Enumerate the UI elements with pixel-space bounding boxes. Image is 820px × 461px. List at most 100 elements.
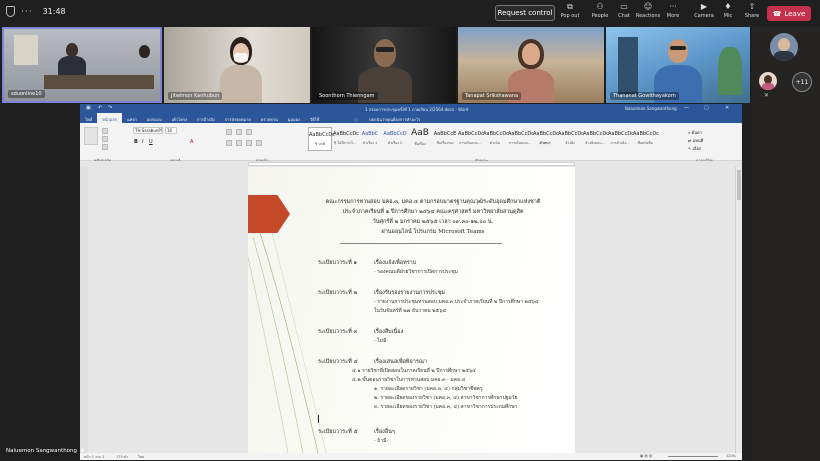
participant-name: Jitwimon Kanhubun — [168, 92, 223, 100]
camera-button[interactable]: ▶ Camera — [692, 3, 716, 25]
select-button[interactable]: ↖ เลือก — [688, 145, 701, 152]
style-subtle-reference[interactable]: AaBbCcDc การอ้างอิง... — [608, 127, 634, 151]
save-icon[interactable]: ▣ — [86, 105, 91, 111]
style-preview: AaBbCcDc — [458, 131, 484, 137]
agenda-label: ระเบียบวาระที่ ๕ — [318, 429, 358, 435]
dots-icon[interactable]: ··· — [21, 7, 33, 17]
bold-icon[interactable]: B — [134, 139, 138, 145]
paste-icon[interactable] — [84, 127, 98, 145]
style-preview: AaBbC — [361, 131, 379, 137]
pop-out-button[interactable]: ⧉ Pop out — [558, 3, 582, 25]
style-name: ชื่อหนังสือ — [637, 141, 653, 145]
bullets-icon[interactable] — [226, 129, 232, 135]
align-center-icon[interactable] — [236, 140, 242, 146]
tab-layout[interactable]: เค้าโครง — [167, 113, 192, 123]
tab-references[interactable]: การอ้างอิง — [192, 113, 220, 123]
style-heading-1[interactable]: AaBbC หัวเรื่อง 1 — [358, 127, 382, 151]
font-name-select[interactable]: TH SarabunPSK — [133, 127, 163, 134]
language[interactable]: ไทย — [138, 454, 144, 460]
minimize-icon[interactable]: — — [684, 105, 689, 111]
avatar[interactable] — [770, 33, 798, 61]
style-subtitle[interactable]: AaBbCcE ชื่อเรื่องรอง — [433, 127, 457, 151]
replace-button[interactable]: ⇄ แทนที่ — [688, 137, 703, 144]
cut-icon[interactable] — [102, 128, 108, 134]
participant-tile[interactable]: Tanapat Srikshawana — [458, 27, 604, 103]
participant-name: Soonthorn Thienngam — [316, 92, 378, 100]
zoom-slider[interactable] — [668, 456, 718, 457]
doc-header-line: วันศุกร์ที่ ๒ มกราคม ๒๕๖๕ เวลา ๐๙.๓๐-๑๒.… — [372, 219, 494, 225]
tab-home[interactable]: หน้าแรก — [97, 113, 123, 123]
vertical-scrollbar[interactable] — [735, 167, 742, 453]
style-title[interactable]: AaB ชื่อเรื่อง — [408, 127, 432, 151]
participant-tile[interactable]: Jitwimon Kanhubun — [164, 27, 310, 103]
more-participants-badge[interactable]: +11 — [792, 72, 812, 92]
participant-name: Thananat Gowithayakorn — [610, 92, 679, 100]
participant-tile[interactable]: Thananat Gowithayakorn — [606, 27, 750, 103]
participant-tile[interactable]: sduonline10 — [2, 27, 162, 103]
more-label: More — [666, 13, 680, 19]
align-right-icon[interactable] — [246, 140, 252, 146]
copy-icon[interactable] — [102, 136, 108, 142]
font-color-icon[interactable]: A — [190, 139, 193, 145]
align-left-icon[interactable] — [226, 140, 232, 146]
reactions-button[interactable]: ☺ Reactions — [636, 3, 660, 25]
tab-insert[interactable]: แทรก — [122, 113, 142, 123]
underline-icon[interactable]: U — [149, 139, 153, 145]
italic-icon[interactable]: I — [142, 139, 143, 145]
undo-icon[interactable]: ↶ — [98, 105, 102, 111]
style-intense-quote[interactable]: AaBbCcDc อ้างอิงแบบ... — [583, 127, 609, 151]
person-face — [374, 39, 396, 67]
style-normal[interactable]: AaBbCcDc ¶ ปกติ — [308, 127, 335, 151]
request-control-button[interactable]: Request control — [495, 5, 555, 21]
lightbulb-icon: ○ — [354, 117, 360, 122]
chat-button[interactable]: ▭ Chat — [612, 3, 636, 25]
style-preview: AaBbCcDc — [333, 131, 359, 137]
style-heading-2[interactable]: AaBbCcD หัวเรื่อง 2 — [383, 127, 407, 151]
person-face — [668, 39, 688, 63]
person-head — [66, 43, 78, 57]
redo-icon[interactable]: ↷ — [108, 105, 112, 111]
style-name: ชื่อเรื่อง — [414, 142, 426, 146]
justify-icon[interactable] — [256, 140, 262, 146]
style-preview: AaBbCcD — [383, 131, 407, 137]
style-quote[interactable]: AaBbCcDc อ้างอิง — [558, 127, 584, 151]
style-intense-emphasis[interactable]: AaBbCcDc การเน้นแบบ... — [508, 127, 534, 151]
tab-mailings[interactable]: การส่งจดหมาย — [220, 113, 256, 123]
participant-tile[interactable]: Soonthorn Thienngam — [312, 27, 456, 103]
style-book-title[interactable]: AaBbCcDc ชื่อหนังสือ — [633, 127, 659, 151]
close-icon[interactable]: ✕ — [725, 105, 729, 111]
scrollbar-thumb[interactable] — [737, 170, 741, 200]
multilevel-icon[interactable] — [246, 129, 252, 135]
maximize-icon[interactable]: ▢ — [704, 105, 709, 111]
avatar[interactable] — [759, 72, 777, 90]
document-page[interactable]: คณะกรรมการทวนสอบ มคอ.๓, มคอ.๔ ตามกรอบมาต… — [248, 167, 575, 453]
style-no-spacing[interactable]: AaBbCcDc ¶ ไม่มีการเว้... — [333, 127, 359, 151]
more-button[interactable]: ··· More — [661, 3, 685, 25]
tell-me-box[interactable]: ○ บอกฉันว่าคุณต้องการทำอะไร — [344, 113, 430, 123]
view-modes[interactable]: ▣ ▤ ▥ — [640, 454, 652, 458]
style-emphasis[interactable]: AaBbCcDc ตัวเน้น — [483, 127, 509, 151]
face-mask — [234, 53, 248, 62]
find-button[interactable]: ⌕ ค้นหา — [688, 129, 702, 136]
style-subtle-emphasis[interactable]: AaBbCcDc การเน้นแบบ... — [458, 127, 484, 151]
style-strong[interactable]: AaBbCcDc ตัวหนา — [533, 127, 559, 151]
shared-screen[interactable]: ▣ ↶ ↷ 1 กรอบการประชุมครั้งที่ 1 ภาคเรียน… — [80, 104, 742, 460]
tab-view[interactable]: มุมมอง — [283, 113, 305, 123]
zoom-level[interactable]: 120% — [726, 454, 736, 458]
chat-icon: ▭ — [620, 2, 628, 11]
people-button[interactable]: ⚇ People — [588, 3, 612, 25]
agenda-item: - รายงานการประชุมทวนสอบ มคอ.๓ ประจำภาคเร… — [374, 299, 539, 305]
share-button[interactable]: ⇧ Share — [740, 3, 764, 25]
tab-help[interactable]: วิธีใช้ — [305, 113, 324, 123]
tab-review[interactable]: ตรวจทาน — [256, 113, 283, 123]
tab-design[interactable]: ออกแบบ — [142, 113, 167, 123]
numbering-icon[interactable] — [236, 129, 242, 135]
leave-button[interactable]: ☎ Leave — [767, 6, 811, 21]
font-size-select[interactable]: 16 — [165, 127, 177, 134]
format-painter-icon[interactable] — [102, 144, 108, 150]
tab-file[interactable]: ไฟล์ — [80, 113, 97, 123]
word-count[interactable]: 179 คำ — [116, 454, 128, 460]
shield-icon — [6, 6, 15, 17]
page-count[interactable]: หน้า 1 จาก 1 — [84, 454, 105, 460]
mic-button[interactable]: ♦ Mic — [716, 3, 740, 25]
